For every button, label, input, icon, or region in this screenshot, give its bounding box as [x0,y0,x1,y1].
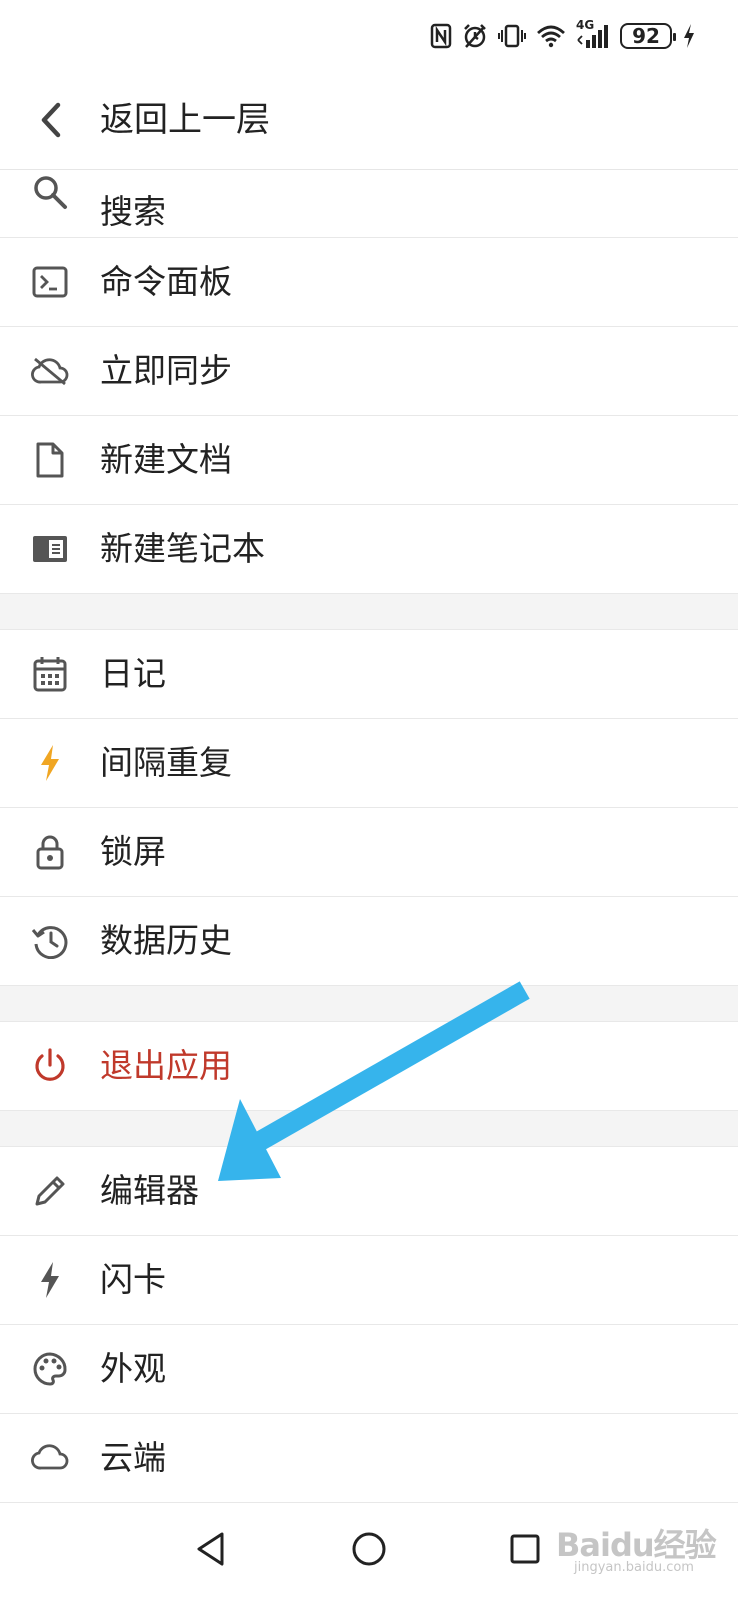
menu-item-lock-screen[interactable]: 锁屏 [0,808,738,897]
wifi-icon [537,25,565,48]
battery-level: 92 [632,24,660,48]
recents-square-icon[interactable] [500,1524,550,1574]
back-triangle-icon[interactable] [186,1524,236,1574]
menu-item-search[interactable]: 搜索 [0,170,738,238]
section-divider [0,594,738,630]
menu-item-new-notebook[interactable]: 新建笔记本 [0,505,738,594]
status-bar: 4G 92 [0,0,738,72]
menu-list: 搜索 命令面板 立即同步 新建文档 新建笔记本 日记 间隔重复 锁屏 数据历史 … [0,170,738,1503]
status-icons: 4G 92 [430,18,696,52]
battery-icon: 92 [620,23,676,49]
menu-item-label: 新建笔记本 [100,529,265,568]
menu-item-label: 新建文档 [100,440,232,479]
menu-item-label: 日记 [100,654,166,693]
chevron-left-icon[interactable] [36,100,66,140]
menu-item-label: 外观 [100,1349,166,1388]
section-divider [0,986,738,1022]
terminal-icon [30,262,70,302]
menu-item-editor[interactable]: 编辑器 [0,1147,738,1236]
menu-item-label: 立即同步 [100,351,232,390]
home-circle-icon[interactable] [344,1524,394,1574]
palette-icon [30,1349,70,1389]
search-icon [30,172,70,212]
menu-item-label: 锁屏 [100,832,166,871]
menu-item-data-history[interactable]: 数据历史 [0,897,738,986]
menu-item-label: 数据历史 [100,921,232,960]
pencil-icon [30,1171,70,1211]
cloud-icon [30,1438,70,1478]
menu-item-appearance[interactable]: 外观 [0,1325,738,1414]
menu-item-command-palette[interactable]: 命令面板 [0,238,738,327]
cloud-off-icon [30,351,70,391]
menu-item-label: 退出应用 [100,1046,232,1085]
menu-item-label: 编辑器 [100,1171,199,1210]
lightning-icon [30,1260,70,1300]
watermark-subtext: jingyan.baidu.com [574,1560,694,1575]
charging-icon [684,24,694,48]
menu-item-label: 间隔重复 [100,743,232,782]
menu-item-sync-now[interactable]: 立即同步 [0,327,738,416]
menu-item-flashcards[interactable]: 闪卡 [0,1236,738,1325]
calendar-icon [30,654,70,694]
vibrate-icon [498,24,526,48]
file-icon [30,440,70,480]
section-divider [0,1111,738,1147]
menu-item-label: 搜索 [100,192,166,231]
menu-item-cloud[interactable]: 云端 [0,1414,738,1503]
menu-item-spaced-repetition[interactable]: 间隔重复 [0,719,738,808]
menu-item-exit-app[interactable]: 退出应用 [0,1022,738,1111]
menu-item-label: 云端 [100,1438,166,1477]
nfc-icon [430,23,452,49]
menu-item-label: 闪卡 [100,1260,166,1299]
notebook-icon [30,529,70,569]
history-icon [30,921,70,961]
power-icon [30,1046,70,1086]
signal-icon: 4G [576,18,610,50]
menu-item-diary[interactable]: 日记 [0,630,738,719]
menu-item-label: 命令面板 [100,262,232,301]
menu-item-new-document[interactable]: 新建文档 [0,416,738,505]
lightning-icon [30,743,70,783]
header: 返回上一层 [0,72,738,170]
lock-icon [30,832,70,872]
back-to-parent-label[interactable]: 返回上一层 [100,98,270,142]
alarm-icon [464,24,486,48]
baidu-watermark: Baidu经验 jingyan.baidu.com [556,1510,726,1580]
